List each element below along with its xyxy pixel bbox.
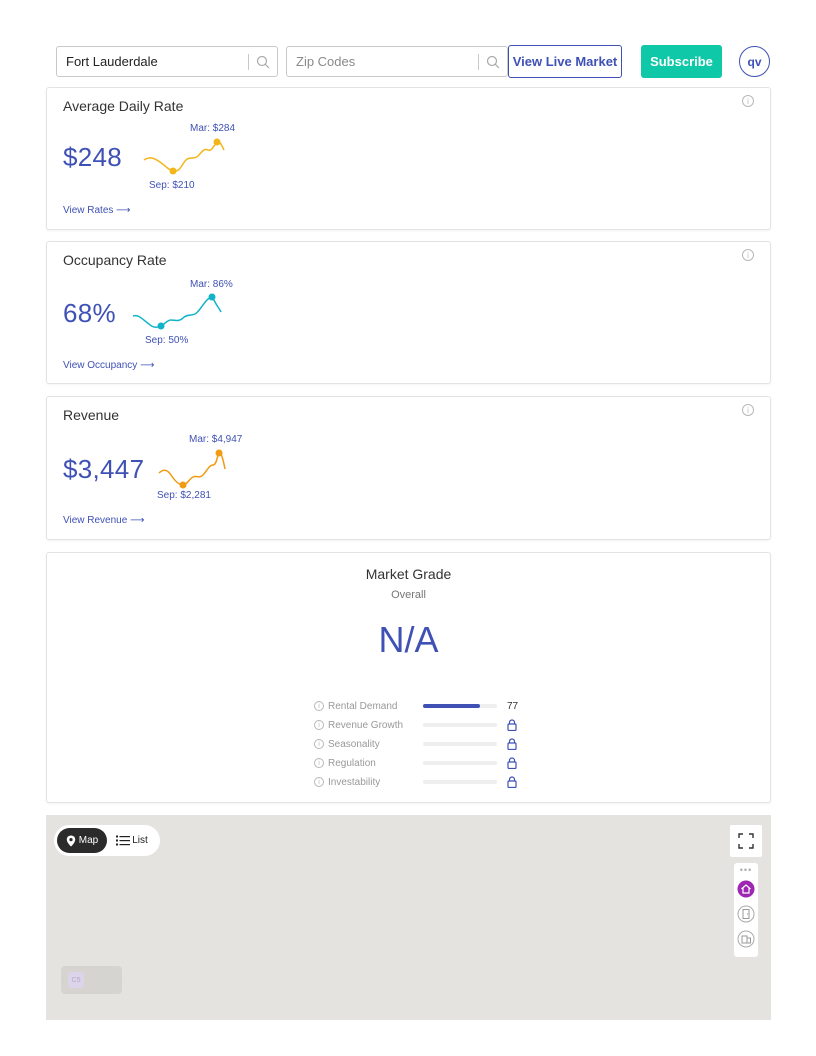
info-icon[interactable]: i	[314, 758, 324, 768]
occupancy-rate-card: i Occupancy Rate 68% Mar: 86% Sep: 50% V…	[46, 241, 771, 384]
grade-row-bar	[423, 761, 497, 765]
lock-icon[interactable]	[507, 719, 517, 731]
metric-value: $248	[63, 142, 123, 172]
lock-icon[interactable]	[507, 757, 517, 769]
search-icon[interactable]	[249, 47, 277, 76]
grade-row-revenue-growth: i Revenue Growth	[314, 718, 517, 732]
list-view-button[interactable]: List	[107, 828, 157, 853]
map-logo-badge: C5	[68, 972, 84, 988]
sparkline-chart	[132, 293, 222, 330]
grade-row-bar	[423, 704, 497, 708]
sparkline-low-point	[179, 481, 187, 489]
grade-row-seasonality: i Seasonality	[314, 737, 517, 751]
subscribe-button[interactable]: Subscribe	[641, 45, 722, 78]
list-icon	[116, 835, 131, 846]
map-pin-icon	[66, 835, 75, 846]
lock-icon[interactable]	[507, 776, 517, 788]
info-icon[interactable]: i	[314, 777, 324, 787]
market-grade-card: Market Grade Overall N/A i Rental Demand…	[46, 552, 771, 803]
info-icon[interactable]: i	[314, 701, 324, 711]
grade-row-label: Rental Demand	[328, 700, 398, 712]
market-grade-subtitle: Overall	[391, 589, 426, 601]
sparkline-high-point	[208, 293, 216, 301]
search-icon[interactable]	[479, 47, 507, 76]
grade-row-label: Investability	[328, 776, 381, 788]
city-search-field[interactable]: Fort Lauderdale	[56, 46, 278, 77]
more-icon[interactable]: •••	[734, 865, 758, 875]
sparkline-high-point	[215, 449, 223, 457]
avatar[interactable]: qv	[739, 46, 770, 77]
map-list-toggle: Map List	[54, 825, 160, 856]
grade-row-label: Regulation	[328, 757, 376, 769]
sparkline-low-label: Sep: $210	[149, 180, 195, 191]
info-icon[interactable]: i	[742, 404, 754, 416]
metric-value: 68%	[63, 298, 116, 328]
sparkline-line	[143, 141, 225, 172]
sparkline-chart	[143, 138, 225, 175]
view-occupancy-link[interactable]: View Occupancy ⟶	[63, 360, 154, 371]
building-layer-icon[interactable]	[737, 930, 755, 948]
sparkline-high-label: Mar: $4,947	[189, 434, 243, 445]
sparkline-line	[158, 451, 226, 486]
view-rates-link[interactable]: View Rates ⟶	[63, 205, 131, 216]
sparkline-high-point	[213, 138, 221, 146]
info-icon[interactable]: i	[742, 249, 754, 261]
door-layer-icon[interactable]	[737, 905, 755, 923]
sparkline-high-label: Mar: 86%	[190, 279, 233, 290]
metric-value: $3,447	[63, 454, 145, 484]
fullscreen-button[interactable]	[730, 825, 762, 857]
fullscreen-icon	[738, 833, 754, 849]
top-bar: Fort Lauderdale Zip Codes View Live Mark…	[0, 0, 816, 88]
sparkline-line	[132, 297, 222, 329]
metric-title: Revenue	[63, 407, 120, 423]
map-area[interactable]: Map List ••• C5	[46, 815, 771, 1020]
city-search-value[interactable]: Fort Lauderdale	[57, 54, 248, 69]
sparkline-low-label: Sep: 50%	[145, 335, 189, 346]
sparkline-low-point	[169, 167, 177, 175]
average-daily-rate-card: i Average Daily Rate $248 Mar: $284 Sep:…	[46, 87, 771, 230]
sparkline-chart	[158, 449, 226, 489]
list-view-label: List	[132, 835, 148, 846]
grade-row-bar	[423, 780, 497, 784]
view-live-market-button[interactable]: View Live Market	[508, 45, 622, 78]
sparkline-low-point	[157, 322, 165, 330]
sparkline-high-label: Mar: $284	[190, 123, 236, 134]
info-icon[interactable]: i	[314, 720, 324, 730]
view-revenue-link[interactable]: View Revenue ⟶	[63, 515, 144, 526]
grade-row-label: Seasonality	[328, 738, 380, 750]
grade-row-bar-fill	[423, 704, 480, 708]
grade-row-regulation: i Regulation	[314, 756, 517, 770]
metric-title: Average Daily Rate	[63, 98, 184, 114]
market-grade-value: N/A	[378, 619, 439, 660]
map-layer-panel: •••	[734, 863, 758, 957]
info-icon[interactable]: i	[742, 95, 754, 107]
zip-search-field[interactable]: Zip Codes	[286, 46, 508, 77]
zip-search-input[interactable]: Zip Codes	[287, 54, 478, 69]
lock-icon[interactable]	[507, 738, 517, 750]
metric-title: Occupancy Rate	[63, 252, 167, 268]
info-icon[interactable]: i	[314, 739, 324, 749]
sparkline-low-label: Sep: $2,281	[157, 490, 211, 501]
grade-row-investability: i Investability	[314, 775, 517, 789]
market-grade-title: Market Grade	[365, 566, 452, 582]
map-view-button[interactable]: Map	[57, 828, 107, 853]
grade-row-rental-demand: i Rental Demand 77	[314, 699, 518, 713]
home-layer-icon[interactable]	[737, 880, 755, 898]
map-view-label: Map	[78, 835, 99, 846]
grade-row-label: Revenue Growth	[328, 719, 404, 731]
grade-row-bar	[423, 723, 497, 727]
grade-row-bar	[423, 742, 497, 746]
map-logo: C5	[61, 966, 122, 994]
revenue-card: i Revenue $3,447 Mar: $4,947 Sep: $2,281…	[46, 396, 771, 540]
grade-row-score: 77	[507, 700, 519, 712]
